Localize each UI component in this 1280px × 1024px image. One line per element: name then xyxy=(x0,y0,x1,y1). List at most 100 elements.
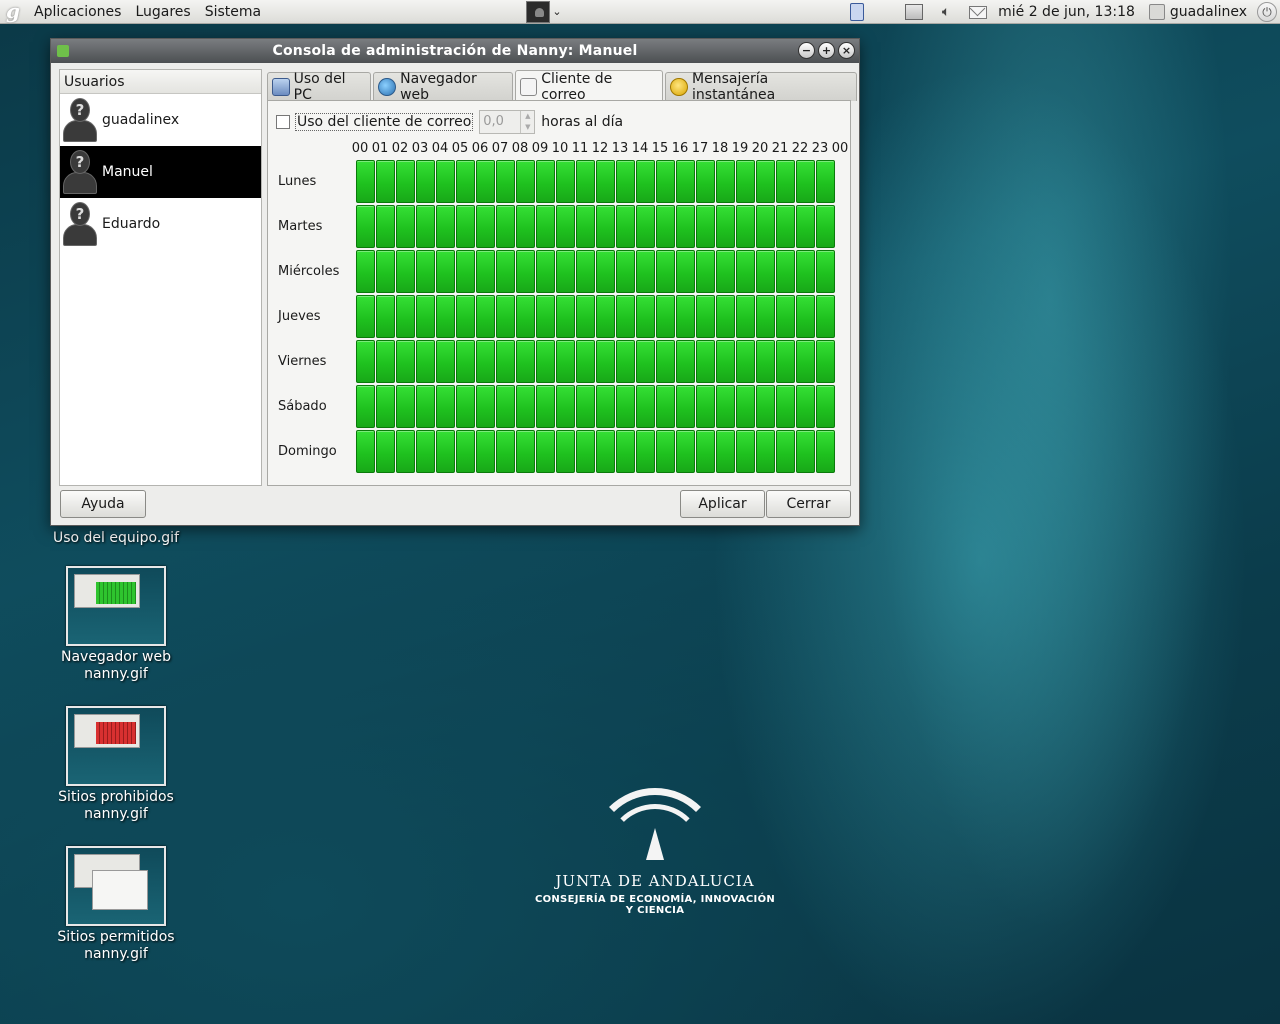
maximize-icon[interactable]: + xyxy=(818,42,835,59)
hour-slot-toggle[interactable] xyxy=(816,250,835,293)
hour-slot-toggle[interactable] xyxy=(496,205,515,248)
user-row-manuel[interactable]: ? Manuel xyxy=(60,146,261,198)
hour-slot-toggle[interactable] xyxy=(436,430,455,473)
hour-slot-toggle[interactable] xyxy=(456,250,475,293)
hour-slot-toggle[interactable] xyxy=(476,205,495,248)
hour-slot-toggle[interactable] xyxy=(756,385,775,428)
menu-applications[interactable]: Aplicaciones xyxy=(27,1,128,23)
hour-slot-toggle[interactable] xyxy=(716,340,735,383)
hour-slot-toggle[interactable] xyxy=(616,340,635,383)
hour-slot-toggle[interactable] xyxy=(376,295,395,338)
hour-slot-toggle[interactable] xyxy=(756,340,775,383)
hour-slot-toggle[interactable] xyxy=(396,205,415,248)
hour-slot-toggle[interactable] xyxy=(536,430,555,473)
hour-slot-toggle[interactable] xyxy=(476,340,495,383)
hour-slot-toggle[interactable] xyxy=(736,295,755,338)
hours-per-day-stepper[interactable]: 0,0 ▲ ▼ xyxy=(479,110,536,134)
hour-slot-toggle[interactable] xyxy=(776,205,795,248)
hour-slot-toggle[interactable] xyxy=(596,430,615,473)
tab-cliente-de-correo[interactable]: Cliente de correo xyxy=(514,70,664,103)
hour-slot-toggle[interactable] xyxy=(356,295,375,338)
hour-slot-toggle[interactable] xyxy=(796,250,815,293)
hour-slot-toggle[interactable] xyxy=(796,340,815,383)
hour-slot-toggle[interactable] xyxy=(396,430,415,473)
hour-slot-toggle[interactable] xyxy=(536,250,555,293)
hour-slot-toggle[interactable] xyxy=(756,160,775,203)
hour-slot-toggle[interactable] xyxy=(636,295,655,338)
hour-slot-toggle[interactable] xyxy=(736,205,755,248)
hour-slot-toggle[interactable] xyxy=(376,385,395,428)
hour-slot-toggle[interactable] xyxy=(536,295,555,338)
hour-slot-toggle[interactable] xyxy=(516,340,535,383)
volume-icon[interactable]: 🔈︎ xyxy=(935,2,957,22)
hour-slot-toggle[interactable] xyxy=(636,385,655,428)
hour-slot-toggle[interactable] xyxy=(736,340,755,383)
hour-slot-toggle[interactable] xyxy=(676,160,695,203)
user-switcher[interactable]: guadalinex xyxy=(1143,4,1253,20)
hour-slot-toggle[interactable] xyxy=(696,250,715,293)
hour-slot-toggle[interactable] xyxy=(676,430,695,473)
hour-slot-toggle[interactable] xyxy=(416,385,435,428)
hour-slot-toggle[interactable] xyxy=(816,205,835,248)
hour-slot-toggle[interactable] xyxy=(636,250,655,293)
hour-slot-toggle[interactable] xyxy=(596,340,615,383)
hour-slot-toggle[interactable] xyxy=(356,160,375,203)
hour-slot-toggle[interactable] xyxy=(436,205,455,248)
hour-slot-toggle[interactable] xyxy=(416,430,435,473)
hour-slot-toggle[interactable] xyxy=(636,160,655,203)
hour-slot-toggle[interactable] xyxy=(556,250,575,293)
clock[interactable]: mié 2 de jun, 13:18 xyxy=(994,4,1143,20)
hour-slot-toggle[interactable] xyxy=(816,160,835,203)
tab-uso-del-pc[interactable]: Uso del PC xyxy=(267,71,372,103)
hour-slot-toggle[interactable] xyxy=(636,340,655,383)
hour-slot-toggle[interactable] xyxy=(656,205,675,248)
hour-slot-toggle[interactable] xyxy=(796,385,815,428)
hour-slot-toggle[interactable] xyxy=(696,430,715,473)
hour-slot-toggle[interactable] xyxy=(816,340,835,383)
hour-slot-toggle[interactable] xyxy=(516,295,535,338)
hour-slot-toggle[interactable] xyxy=(736,250,755,293)
hour-slot-toggle[interactable] xyxy=(816,295,835,338)
hour-slot-toggle[interactable] xyxy=(436,295,455,338)
menu-places[interactable]: Lugares xyxy=(128,1,197,23)
desktop-icon-navegador-web[interactable]: Navegador web nanny.gif xyxy=(51,566,181,683)
hour-slot-toggle[interactable] xyxy=(376,430,395,473)
chevron-down-icon[interactable]: ⌄ xyxy=(550,1,564,23)
hour-slot-toggle[interactable] xyxy=(476,250,495,293)
hour-slot-toggle[interactable] xyxy=(796,295,815,338)
hour-slot-toggle[interactable] xyxy=(656,295,675,338)
hour-slot-toggle[interactable] xyxy=(416,160,435,203)
hour-slot-toggle[interactable] xyxy=(596,250,615,293)
hour-slot-toggle[interactable] xyxy=(356,340,375,383)
hour-slot-toggle[interactable] xyxy=(576,160,595,203)
hour-slot-toggle[interactable] xyxy=(656,430,675,473)
hour-slot-toggle[interactable] xyxy=(576,250,595,293)
hour-slot-toggle[interactable] xyxy=(396,295,415,338)
hour-slot-toggle[interactable] xyxy=(636,205,655,248)
help-button[interactable]: Ayuda xyxy=(60,490,146,518)
hour-slot-toggle[interactable] xyxy=(616,295,635,338)
hour-slot-toggle[interactable] xyxy=(536,385,555,428)
hour-slot-toggle[interactable] xyxy=(816,430,835,473)
hour-slot-toggle[interactable] xyxy=(436,385,455,428)
hour-slot-toggle[interactable] xyxy=(716,205,735,248)
hour-slot-toggle[interactable] xyxy=(556,205,575,248)
hour-slot-toggle[interactable] xyxy=(716,250,735,293)
hour-slot-toggle[interactable] xyxy=(576,385,595,428)
hour-slot-toggle[interactable] xyxy=(516,205,535,248)
usage-limit-checkbox[interactable] xyxy=(276,115,290,129)
hour-slot-toggle[interactable] xyxy=(676,340,695,383)
user-row-guadalinex[interactable]: ? guadalinex xyxy=(60,94,261,146)
hour-slot-toggle[interactable] xyxy=(436,250,455,293)
hour-slot-toggle[interactable] xyxy=(576,205,595,248)
network-icon[interactable] xyxy=(903,2,925,22)
hour-slot-toggle[interactable] xyxy=(576,430,595,473)
hour-slot-toggle[interactable] xyxy=(656,385,675,428)
hour-slot-toggle[interactable] xyxy=(796,430,815,473)
hour-slot-toggle[interactable] xyxy=(456,160,475,203)
hour-slot-toggle[interactable] xyxy=(356,430,375,473)
hour-slot-toggle[interactable] xyxy=(396,160,415,203)
close-icon[interactable]: × xyxy=(838,42,855,59)
hour-slot-toggle[interactable] xyxy=(596,205,615,248)
apply-button[interactable]: Aplicar xyxy=(680,490,765,518)
